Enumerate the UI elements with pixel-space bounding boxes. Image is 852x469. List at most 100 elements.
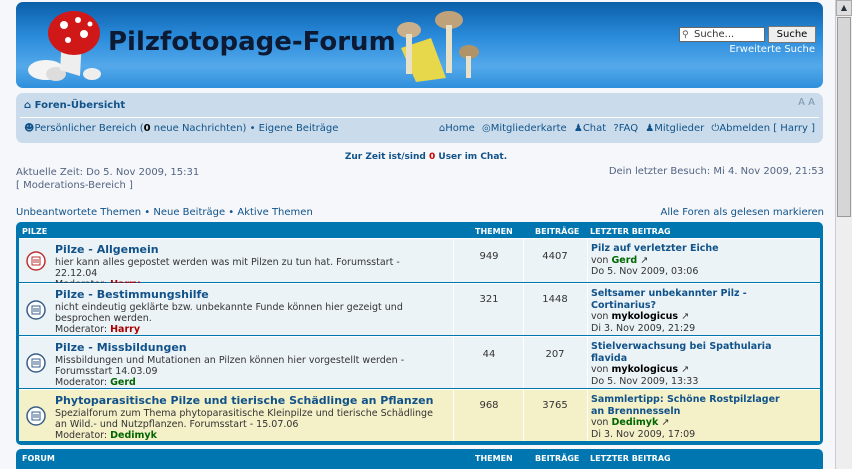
topics-count: 44 — [482, 349, 496, 360]
forum-title[interactable]: Phytoparasitische Pilze und tierische Sc… — [55, 394, 433, 407]
scroll-up-arrow-icon[interactable]: ▲ — [836, 0, 852, 16]
view-latest-post-icon[interactable]: ↗ — [661, 417, 669, 428]
moderator-link[interactable]: Gerd — [110, 377, 136, 388]
nav-links: ⌂Home ◎Mitgliederkarte ♟Chat ?FAQ ♟Mitgl… — [435, 123, 815, 134]
forum-row: Pilze - Allgemein hier kann alles gepost… — [19, 238, 820, 290]
forum-title[interactable]: Pilze - Bestimmungshilfe — [55, 288, 209, 301]
view-latest-post-icon[interactable]: ↗ — [640, 255, 648, 266]
user-icon: ☻ — [24, 123, 35, 134]
nav-member-map[interactable]: Mitgliederkarte — [491, 123, 567, 134]
col-divider — [587, 239, 588, 282]
font-size-toggle[interactable]: A A — [798, 97, 815, 108]
moderation-link[interactable]: [ Moderations-Bereich ] — [16, 179, 199, 192]
forum-read-icon — [26, 299, 46, 320]
category-title[interactable]: FORUM — [22, 454, 55, 463]
current-time: Aktuelle Zeit: Do 5. Nov 2009, 15:31 — [16, 167, 200, 178]
topic-links[interactable]: Unbeantwortete Themen • Neue Beiträge • … — [16, 207, 313, 218]
site-title[interactable]: Pilzfotopage-Forum — [108, 27, 396, 57]
personal-area-link[interactable]: Persönlicher Bereich ( — [34, 123, 143, 134]
forum-table: PILZE THEMEN BEITRÄGE LETZTER BEITRAG Pi… — [16, 222, 823, 445]
moderator-link[interactable]: Harry — [110, 324, 140, 335]
last-post-title[interactable]: Seltsamer unbekannter Pilz - Cortinarius… — [591, 288, 791, 311]
topics-count: 968 — [479, 400, 499, 411]
last-post: Sammlertipp: Schöne Rostpilzlager an Bre… — [591, 394, 791, 440]
forum-row: Phytoparasitische Pilze und tierische Sc… — [19, 389, 820, 441]
breadcrumb: ⌂ Foren-Übersicht — [24, 100, 125, 111]
category-title[interactable]: PILZE — [22, 227, 47, 236]
forum-description: nicht eindeutig geklärte bzw. unbekannte… — [55, 302, 445, 335]
col-divider — [587, 337, 588, 388]
col-posts-header: BEITRÄGE — [535, 227, 580, 236]
topics-count: 321 — [479, 294, 499, 305]
last-post-date: Do 5. Nov 2009, 03:06 — [591, 266, 699, 277]
forum-table-2: FORUM THEMEN BEITRÄGE LETZTER BEITRAG — [16, 449, 823, 469]
last-post-author[interactable]: mykologicus — [611, 364, 678, 375]
chat-status: Zur Zeit ist/sind 0 User im Chat. — [0, 152, 852, 162]
last-post-author[interactable]: mykologicus — [611, 311, 678, 322]
forum-read-icon — [26, 405, 46, 426]
nav-chat[interactable]: Chat — [583, 123, 606, 134]
scrollbar-thumb[interactable] — [837, 17, 851, 217]
search-input[interactable]: ⚲ Suche... — [679, 27, 765, 42]
forum-read-icon — [26, 352, 46, 373]
advanced-search-link[interactable]: Erweiterte Suche — [729, 44, 815, 55]
forum-description-text: Missbildungen und Mutationen an Pilzen k… — [55, 355, 405, 377]
last-post-date: Do 5. Nov 2009, 13:33 — [591, 375, 699, 387]
last-post: Stielverwachsung bei Spathularia flavida… — [591, 341, 791, 387]
col-divider — [453, 239, 454, 282]
moderator-label: Moderator: — [55, 377, 111, 388]
site-header: Pilzfotopage-Forum ⚲ Suche... Suche Erwe… — [16, 2, 823, 88]
vertical-scrollbar[interactable]: ▲ — [835, 0, 852, 469]
forum-description: Missbildungen und Mutationen an Pilzen k… — [55, 355, 445, 388]
moderator-label: Moderator: — [55, 430, 111, 441]
search-placeholder: Suche... — [694, 29, 735, 40]
search-button[interactable]: Suche — [768, 26, 816, 43]
nav-faq[interactable]: FAQ — [619, 123, 638, 134]
mark-all-read-link[interactable]: Alle Foren als gelesen markieren — [661, 207, 825, 218]
last-post-author[interactable]: Dedimyk — [611, 417, 658, 428]
fly-agaric-logo-icon — [28, 11, 101, 81]
posts-count: 1448 — [542, 294, 568, 305]
mushroom-illustration-icon — [397, 11, 479, 82]
nav-home[interactable]: Home — [445, 123, 475, 134]
last-post-author[interactable]: Gerd — [611, 255, 637, 266]
last-visit: Dein letzter Besuch: Mi 4. Nov 2009, 21:… — [608, 166, 824, 177]
forum-row: Pilze - Missbildungen Missbildungen und … — [19, 336, 820, 388]
own-posts-link[interactable]: neue Nachrichten) • Eigene Beiträge — [151, 123, 339, 134]
new-messages-count: 0 — [143, 123, 151, 134]
forum-row: Pilze - Bestimmungshilfe nicht eindeutig… — [19, 283, 820, 335]
last-post-title[interactable]: Stielverwachsung bei Spathularia flavida — [591, 341, 791, 364]
chat-status-pre: Zur Zeit ist/sind — [344, 152, 429, 162]
col-topics-header: THEMEN — [475, 227, 513, 236]
nav-members[interactable]: Mitglieder — [654, 123, 704, 134]
col-divider — [453, 284, 454, 335]
col-divider — [523, 337, 524, 388]
last-post-by-label: von — [591, 254, 612, 266]
last-post-title[interactable]: Sammlertipp: Schöne Rostpilzlager an Bre… — [591, 394, 791, 417]
forum-description-text: hier kann alles gepostet werden was mit … — [55, 257, 400, 279]
forum-title[interactable]: Pilze - Allgemein — [55, 243, 159, 256]
globe-icon: ◎ — [482, 123, 491, 134]
col-topics-header: THEMEN — [475, 454, 513, 463]
col-divider — [587, 284, 588, 335]
breadcrumb-forum-index[interactable]: Foren-Übersicht — [35, 100, 125, 111]
chat-status-post: User im Chat. — [435, 152, 508, 162]
last-post: Seltsamer unbekannter Pilz - Cortinarius… — [591, 288, 791, 334]
person-icon: ♟ — [573, 123, 583, 134]
forum-title[interactable]: Pilze - Missbildungen — [55, 341, 187, 354]
nav-divider — [20, 117, 819, 118]
last-post-by-label: von — [591, 417, 612, 428]
view-latest-post-icon[interactable]: ↗ — [681, 364, 689, 375]
last-post-title[interactable]: Pilz auf verletzter Eiche — [591, 243, 791, 255]
last-post-date: Di 3. Nov 2009, 17:09 — [591, 428, 696, 440]
last-post-by-label: von — [591, 311, 612, 322]
col-posts-header: BEITRÄGE — [535, 454, 580, 463]
forum-unread-icon — [26, 250, 46, 271]
posts-count: 3765 — [542, 400, 568, 411]
nav-logout[interactable]: Abmelden [ Harry ] — [719, 123, 815, 134]
col-divider — [523, 239, 524, 282]
col-divider — [453, 337, 454, 388]
view-latest-post-icon[interactable]: ↗ — [681, 311, 689, 322]
forum-description-text: nicht eindeutig geklärte bzw. unbekannte… — [55, 302, 403, 324]
moderator-link[interactable]: Dedimyk — [110, 430, 157, 441]
